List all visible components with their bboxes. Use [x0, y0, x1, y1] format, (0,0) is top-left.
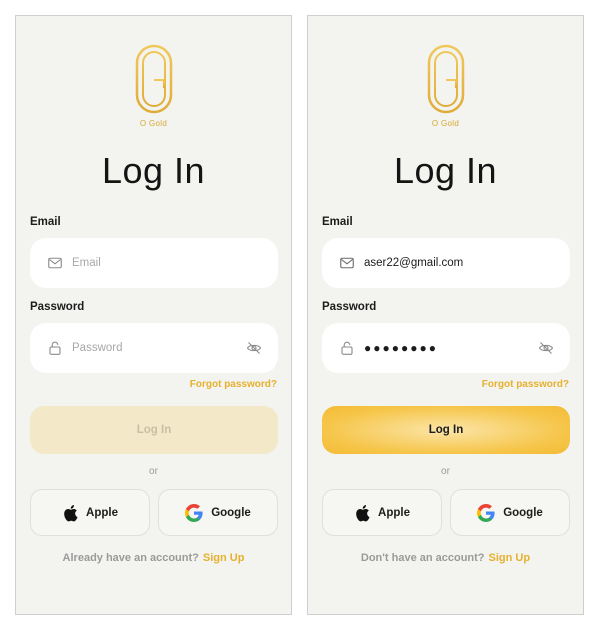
sign-up-link[interactable]: Sign Up [489, 552, 531, 564]
password-label: Password [30, 301, 85, 313]
login-screen-filled: O Gold Log In Email aser22@gmail.com Pas… [307, 15, 584, 615]
email-label: Email [30, 216, 61, 228]
brand-name: O Gold [139, 119, 168, 128]
password-field[interactable]: ●●●●●●●● [322, 323, 570, 373]
google-icon [477, 503, 495, 522]
forgot-password-link[interactable]: Forgot password? [190, 379, 277, 390]
password-value: ●●●●●●●● [364, 341, 438, 355]
lock-icon [340, 341, 354, 355]
footer-text: Already have an account? [62, 552, 199, 564]
password-label: Password [322, 301, 377, 313]
email-placeholder: Email [72, 257, 101, 269]
forgot-password-link[interactable]: Forgot password? [482, 379, 569, 390]
google-label: Google [503, 506, 543, 519]
signup-prompt: Already have an account? Sign Up [16, 552, 291, 564]
apple-icon [64, 504, 78, 521]
o-gold-logo-icon [427, 44, 464, 114]
apple-label: Apple [378, 506, 410, 519]
or-divider: or [149, 466, 158, 477]
lock-icon [48, 341, 62, 355]
page-title: Log In [101, 150, 206, 191]
email-label: Email [322, 216, 353, 228]
mail-icon [48, 256, 62, 270]
brand-name: O Gold [431, 119, 460, 128]
login-screen-empty: O Gold Log In Email Email Password Passw… [15, 15, 292, 615]
apple-login-button[interactable]: Apple [322, 489, 442, 536]
sign-up-link[interactable]: Sign Up [203, 552, 245, 564]
eye-off-icon[interactable] [246, 340, 262, 356]
login-button[interactable]: Log In [322, 406, 570, 454]
or-divider: or [441, 466, 450, 477]
apple-login-button[interactable]: Apple [30, 489, 150, 536]
page-title: Log In [393, 150, 498, 191]
google-icon [185, 503, 203, 522]
o-gold-logo-icon [135, 44, 172, 114]
email-field[interactable]: Email [30, 238, 278, 288]
mail-icon [340, 256, 354, 270]
signup-prompt: Don't have an account? Sign Up [308, 552, 583, 564]
eye-off-icon[interactable] [538, 340, 554, 356]
footer-text: Don't have an account? [360, 552, 485, 564]
login-button[interactable]: Log In [30, 406, 278, 454]
password-field[interactable]: Password [30, 323, 278, 373]
google-login-button[interactable]: Google [158, 489, 278, 536]
google-label: Google [211, 506, 251, 519]
apple-icon [356, 504, 370, 521]
google-login-button[interactable]: Google [450, 489, 570, 536]
apple-label: Apple [86, 506, 118, 519]
email-value: aser22@gmail.com [364, 257, 464, 269]
email-field[interactable]: aser22@gmail.com [322, 238, 570, 288]
password-placeholder: Password [72, 342, 123, 354]
